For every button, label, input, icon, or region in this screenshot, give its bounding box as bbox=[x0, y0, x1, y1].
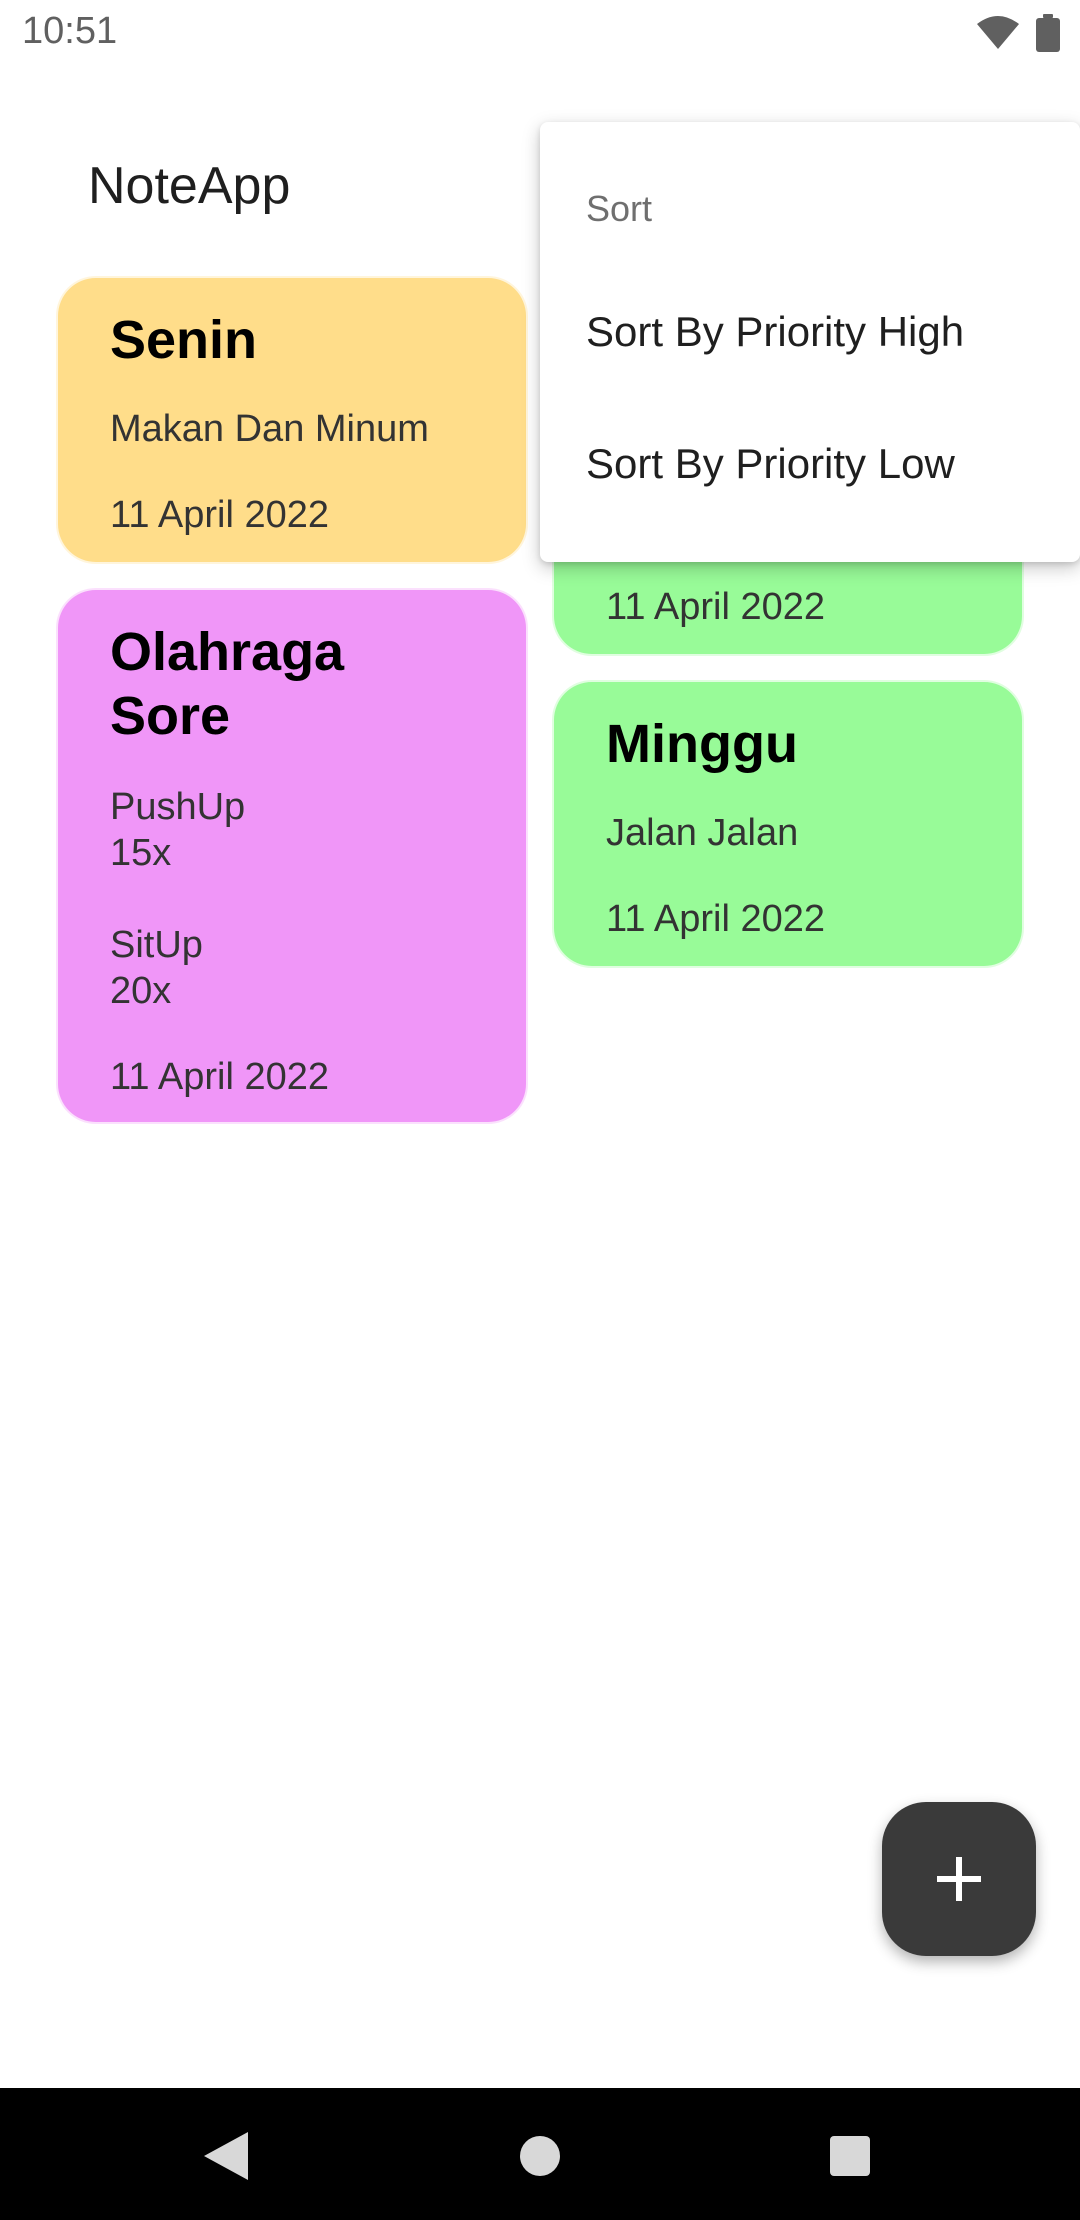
sort-priority-low-item[interactable]: Sort By Priority Low bbox=[540, 398, 1080, 530]
wifi-icon bbox=[977, 16, 1019, 49]
status-bar: 10:51 bbox=[0, 0, 1080, 68]
add-note-button[interactable] bbox=[882, 1802, 1036, 1956]
sort-menu-header: Sort bbox=[586, 188, 653, 229]
note-title: Minggu bbox=[606, 714, 798, 774]
note-title: Senin bbox=[110, 310, 258, 370]
menu-item-label: Sort By Priority High bbox=[586, 308, 965, 355]
back-icon[interactable] bbox=[204, 2132, 248, 2180]
sort-menu: Sort Sort By Priority High Sort By Prior… bbox=[540, 122, 1080, 562]
note-title: Olahraga Sore bbox=[110, 622, 345, 746]
note-body: PushUp 15x SitUp 20x bbox=[110, 786, 246, 1012]
home-icon[interactable] bbox=[518, 2134, 562, 2178]
note-card[interactable]: Minggu Jalan Jalan 11 April 2022 bbox=[552, 680, 1024, 968]
plus-icon bbox=[937, 1857, 981, 1901]
battery-icon bbox=[1036, 14, 1060, 52]
recents-icon[interactable] bbox=[828, 2134, 872, 2178]
note-body: Jalan Jalan bbox=[606, 812, 799, 854]
menu-item-label: Sort By Priority Low bbox=[586, 440, 955, 487]
note-date: 11 April 2022 bbox=[110, 1056, 330, 1098]
note-card[interactable]: Olahraga Sore PushUp 15x SitUp 20x 11 Ap… bbox=[56, 588, 528, 1124]
note-date: 11 April 2022 bbox=[110, 494, 330, 536]
sort-priority-high-item[interactable]: Sort By Priority High bbox=[540, 266, 1080, 398]
note-date: 11 April 2022 bbox=[606, 586, 826, 628]
status-time: 10:51 bbox=[22, 10, 118, 52]
note-body: Makan Dan Minum bbox=[110, 408, 429, 450]
navigation-bar bbox=[0, 2088, 1080, 2220]
app-title: NoteApp bbox=[88, 157, 291, 215]
note-date: 11 April 2022 bbox=[606, 898, 826, 940]
note-card[interactable]: Senin Makan Dan Minum 11 April 2022 bbox=[56, 276, 528, 564]
